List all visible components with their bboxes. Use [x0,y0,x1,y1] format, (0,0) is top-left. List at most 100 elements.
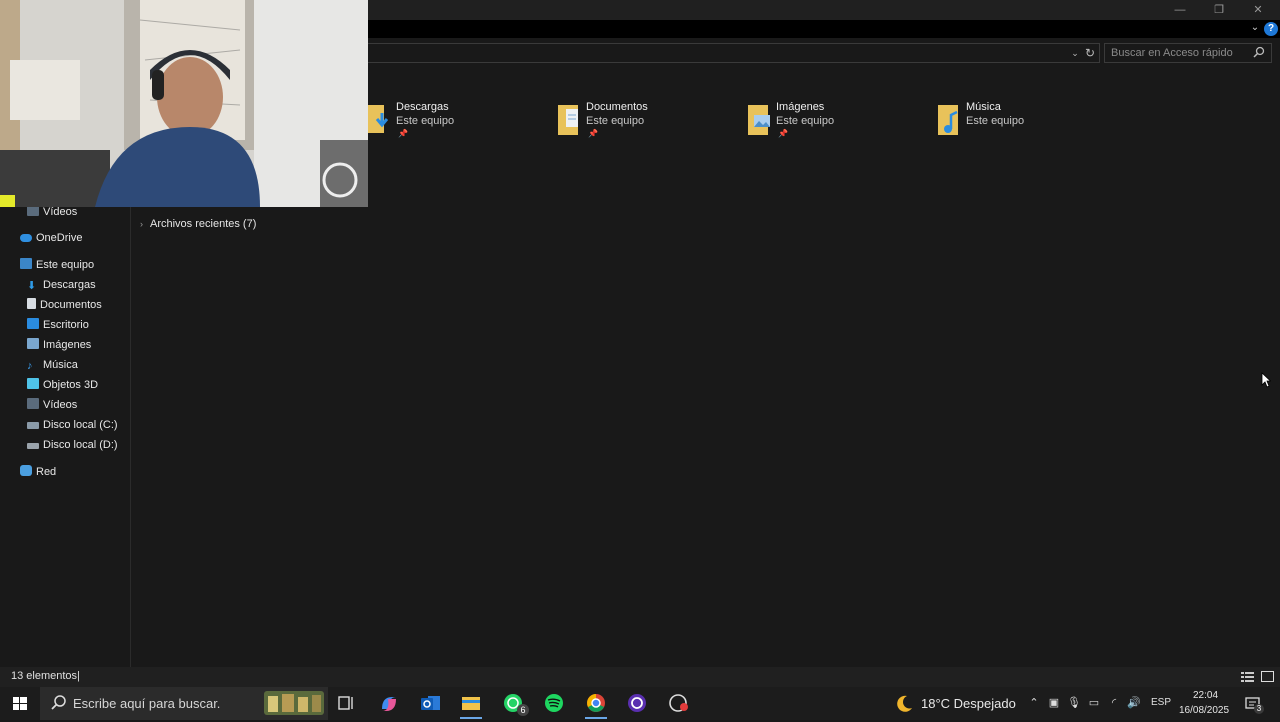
chrome-button[interactable] [577,689,615,719]
notification-center-button[interactable]: 3 [1243,694,1265,714]
search-input[interactable]: Buscar en Acceso rápido [1104,43,1272,63]
search-highlight-image [264,691,324,715]
clock-time[interactable]: 22:04 [1193,690,1218,701]
circle-app-icon [628,694,646,712]
quick-access-imagenes[interactable]: Imágenes Este equipo 📌 [748,101,928,141]
minimize-button[interactable]: — [1160,0,1200,20]
expand-ribbon-chevron-icon[interactable]: ⌄ [1248,21,1262,35]
status-bar [0,667,1280,687]
address-dropdown-icon[interactable]: ⌄ [1068,46,1082,60]
music-folder-icon [938,105,958,135]
sidebar-item-label: Objetos 3D [43,379,99,391]
weather-label[interactable]: 18°C Despejado [921,696,1016,711]
sidebar-item-label: Vídeos [43,206,78,218]
spotify-icon [545,694,563,712]
battery-icon[interactable]: ▭ [1087,696,1101,710]
pictures-icon [27,338,39,349]
drive-icon [27,443,39,449]
sidebar-item-musica[interactable]: ♪ Música [27,356,78,374]
sidebar-item-label: Escritorio [43,319,89,331]
file-explorer-icon [462,697,480,710]
recorder-icon [669,694,688,712]
sidebar-item-este-equipo[interactable]: Este equipo [20,256,94,274]
close-button[interactable]: ✕ [1238,0,1278,20]
restore-button[interactable]: ❐ [1199,0,1239,20]
volume-icon[interactable]: 🔊 [1127,696,1141,710]
tray-overflow-chevron-icon[interactable]: ⌃ [1027,696,1041,710]
windows-start-icon[interactable] [0,687,40,720]
folder-name: Descargas [396,101,449,113]
sidebar-item-label: Imágenes [43,339,92,351]
document-icon [27,298,36,309]
sidebar-item-videos[interactable]: Vídeos [27,396,77,414]
wifi-icon[interactable]: ◜ [1107,696,1121,710]
sidebar-item-label: Este equipo [36,259,95,271]
search-icon [51,695,66,710]
quick-access-documentos[interactable]: Documentos Este equipo 📌 [558,101,738,141]
chrome-icon [587,694,605,712]
pin-icon: 📌 [398,129,408,138]
sidebar-item-disco-d[interactable]: Disco local (D:) [27,436,118,454]
task-view-button[interactable] [327,689,365,719]
circle-app-button[interactable] [618,689,656,719]
notification-count-badge: 3 [1254,704,1264,714]
help-icon[interactable]: ? [1264,22,1278,36]
desktop-icon [27,318,39,329]
sidebar-item-onedrive[interactable]: OneDrive [20,229,82,247]
sidebar-item-label: Música [43,359,78,371]
sidebar-item-label: Disco local (C:) [43,419,118,431]
meet-now-icon[interactable]: ▣ [1047,696,1061,710]
copilot-button[interactable] [370,689,408,719]
sidebar-item-documentos[interactable]: Documentos [27,296,102,314]
sidebar-item-imagenes[interactable]: Imágenes [27,336,91,354]
network-icon [20,465,32,476]
microphone-icon[interactable]: 🎙 [1067,696,1081,710]
sidebar-item-disco-c[interactable]: Disco local (C:) [27,416,118,434]
spotify-button[interactable] [535,689,573,719]
sidebar-item-label: Documentos [40,299,102,311]
outlook-icon [421,696,440,710]
task-view-icon [338,696,353,710]
sidebar-item-escritorio[interactable]: Escritorio [27,316,89,334]
webcam-overlay [0,0,368,207]
windows-drive-icon [27,422,39,429]
active-indicator [585,717,607,719]
quick-access-descargas[interactable]: Descargas Este equipo 📌 [368,101,548,141]
navigation-pane: Vídeos OneDrive Este equipo ⬇ Descargas D… [0,205,131,667]
cube-3d-icon [27,378,39,389]
recorder-button[interactable] [660,689,698,719]
refresh-icon[interactable]: ↻ [1083,45,1097,61]
sidebar-item-label: Vídeos [43,399,78,411]
pin-icon: 📌 [588,129,598,138]
taskbar-search-placeholder: Escribe aquí para buscar. [73,696,221,711]
video-folder-icon [27,398,39,409]
quick-access-musica[interactable]: Música Este equipo [938,101,1118,141]
address-bar[interactable] [360,43,1100,63]
language-indicator[interactable]: ESP [1151,697,1171,708]
search-icon[interactable] [1253,46,1265,58]
download-arrow-icon: ⬇ [27,280,37,292]
status-separator: | [77,670,80,682]
recent-files-group-header[interactable]: Archivos recientes (7) [150,218,256,230]
folder-location: Este equipo [776,115,835,127]
expand-chevron-icon[interactable]: › [140,219,143,229]
sidebar-item-descargas[interactable]: ⬇ Descargas [27,276,96,294]
outlook-button[interactable] [412,689,450,719]
sidebar-item-label: OneDrive [36,232,83,244]
clock-date[interactable]: 16/08/2025 [1179,705,1229,716]
sidebar-item-objetos-3d[interactable]: Objetos 3D [27,376,98,394]
sidebar-item-label: Descargas [43,279,96,291]
folder-name: Documentos [586,101,648,113]
moon-icon [897,695,912,712]
folder-location: Este equipo [586,115,645,127]
music-note-icon: ♪ [27,360,33,372]
details-view-icon[interactable] [1241,671,1254,682]
whatsapp-button[interactable]: 6 [494,689,532,719]
notification-badge: 6 [517,704,529,716]
folder-name: Música [966,101,1001,113]
file-explorer-button[interactable] [452,689,490,719]
downloads-folder-icon [368,105,389,133]
active-indicator [460,717,482,719]
large-icons-view-icon[interactable] [1261,671,1274,682]
sidebar-item-red[interactable]: Red [20,463,56,481]
